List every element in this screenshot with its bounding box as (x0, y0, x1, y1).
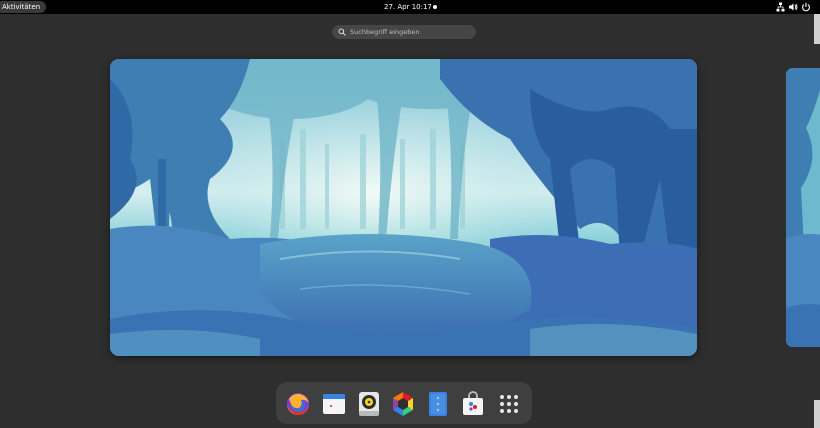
notification-dot (433, 5, 437, 9)
dock (276, 382, 532, 424)
software-center-icon[interactable] (460, 391, 486, 417)
calendar-icon[interactable] (321, 391, 347, 417)
software-icon[interactable] (390, 391, 416, 417)
text-editor-icon[interactable] (425, 391, 451, 417)
top-bar: Aktivitäten 27. Apr 10:17 (0, 0, 820, 14)
rhythmbox-icon[interactable] (356, 391, 382, 417)
power-icon[interactable] (801, 2, 811, 12)
firefox-icon[interactable] (285, 391, 311, 417)
search-input[interactable] (350, 26, 470, 38)
search-bar[interactable] (332, 25, 476, 39)
activities-button[interactable]: Aktivitäten (0, 1, 47, 13)
app-grid-icon[interactable] (496, 391, 522, 417)
workspace-thumbnail[interactable] (110, 59, 697, 356)
forest-wallpaper-preview (786, 68, 820, 347)
search-icon (338, 28, 346, 36)
forest-wallpaper (110, 59, 697, 356)
network-icon[interactable] (776, 2, 785, 12)
scroll-edge (814, 14, 820, 44)
clock[interactable]: 27. Apr 10:17 (384, 0, 432, 14)
scroll-edge-bottom (814, 400, 820, 428)
next-workspace-thumbnail[interactable] (786, 68, 820, 347)
volume-icon[interactable] (788, 2, 798, 12)
